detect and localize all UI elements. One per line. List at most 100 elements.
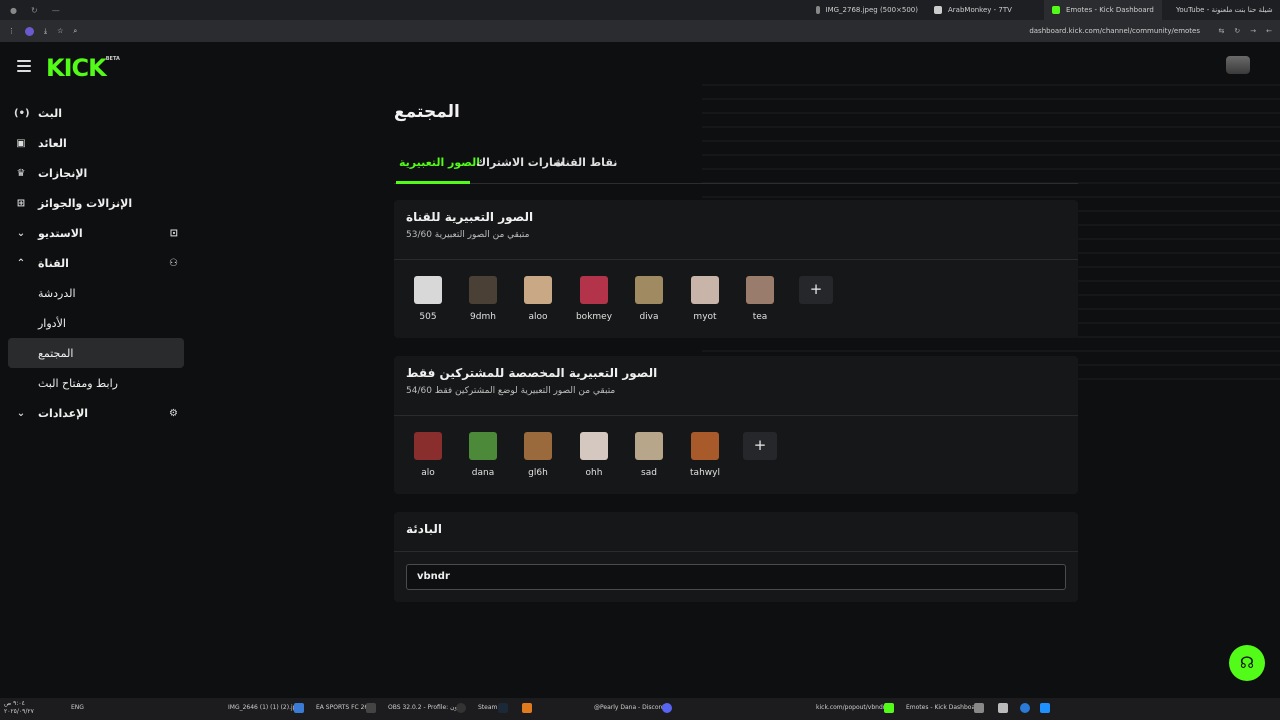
minimize-icon[interactable]: —	[52, 6, 60, 15]
obs-icon[interactable]	[456, 703, 466, 713]
sidebar-item-label: الدردشة	[38, 286, 76, 300]
window-controls: ● ↻ —	[0, 6, 120, 15]
emote-image	[691, 276, 719, 304]
taskbar-item[interactable]: kick.com/popout/vbndr	[816, 704, 885, 711]
emote-item[interactable]: tahwyl	[680, 432, 730, 478]
emote-item[interactable]: tea	[735, 276, 785, 322]
back-icon[interactable]: ←	[1266, 27, 1272, 35]
browser-tab[interactable]: IMG_2768.jpeg (500×500)	[808, 0, 926, 20]
reload-icon[interactable]: ↻	[1234, 27, 1240, 35]
circle-icon[interactable]: ●	[10, 6, 17, 15]
sidebar-item-label: الاستديو	[38, 226, 83, 240]
game-icon[interactable]	[366, 703, 376, 713]
menu-icon[interactable]: ⋮	[8, 27, 15, 35]
tune-icon[interactable]: ⇆	[1219, 27, 1225, 35]
emote-name: diva	[639, 312, 659, 322]
add-emote-button[interactable]: +	[743, 432, 777, 460]
windows-start-icon[interactable]	[1040, 703, 1050, 713]
hamburger-menu-icon[interactable]	[17, 60, 31, 72]
emote-item[interactable]: 505	[403, 276, 453, 322]
emote-item[interactable]: ohh	[569, 432, 619, 478]
sidebar-item-roles[interactable]: الأدوار	[8, 308, 184, 338]
emote-item[interactable]: alo	[403, 432, 453, 478]
kick-logo[interactable]: KICKBETA	[46, 54, 120, 82]
emote-name: tea	[752, 312, 768, 322]
user-avatar[interactable]	[1226, 56, 1250, 74]
steam-icon[interactable]	[498, 703, 508, 713]
refresh-icon[interactable]: ↻	[31, 6, 38, 15]
emote-item[interactable]: dana	[458, 432, 508, 478]
page-title: المجتمع	[394, 102, 460, 122]
emote-item[interactable]: 9dmh	[458, 276, 508, 322]
emote-name: ohh	[585, 468, 603, 478]
revenue-icon: ▣	[16, 137, 26, 149]
sidebar-item-achievements[interactable]: ♛ الإنجازات	[8, 158, 184, 188]
sidebar-item-stream[interactable]: (•) البث	[8, 98, 184, 128]
browser-tab[interactable]: ArabMonkey - 7TV	[926, 0, 1044, 20]
search-icon[interactable]	[1020, 703, 1030, 713]
sidebar-item-channel[interactable]: ⌃ القناة ⚇	[8, 248, 184, 278]
favicon-icon	[1052, 6, 1060, 14]
clock-date: ٢٠٢٥/٠٩/٢٧	[4, 708, 34, 715]
help-chat-icon[interactable]: ☊	[1229, 645, 1265, 681]
chevron-down-icon: ⌄	[16, 407, 26, 419]
taskbar-item[interactable]: EA SPORTS FC 26	[316, 704, 368, 711]
add-emote-button[interactable]: +	[799, 276, 833, 304]
chevron-down-icon: ⌄	[16, 227, 26, 239]
emote-item[interactable]: bokmey	[569, 276, 619, 322]
browser-tab[interactable]: YouTube - شيلة حنا بنت ملعنونة	[1162, 0, 1280, 20]
emote-image	[414, 276, 442, 304]
emote-image	[635, 432, 663, 460]
tab-sub-badges[interactable]: شارات الاشتراك	[476, 156, 564, 169]
tab-channel-points[interactable]: نقاط القناة	[555, 156, 617, 169]
emote-list: 505 9dmh aloo bokmey diva myot tea +	[394, 260, 1078, 338]
tab-emotes[interactable]: الصور التعبيرية	[399, 156, 480, 169]
app-icon[interactable]	[522, 703, 532, 713]
url-text[interactable]: dashboard.kick.com/channel/community/emo…	[1029, 27, 1200, 35]
star-icon[interactable]: ☆	[57, 27, 63, 35]
explorer-icon[interactable]	[998, 703, 1008, 713]
taskbar-item[interactable]: @Pearly Dana - Discord	[594, 704, 665, 711]
emote-item[interactable]: myot	[680, 276, 730, 322]
emote-list: alo dana gl6h ohh sad tahwyl +	[394, 416, 1078, 494]
sidebar-item-studio[interactable]: ⌄ الاستديو ⊡	[8, 218, 184, 248]
extension-icon[interactable]	[25, 26, 34, 36]
emote-item[interactable]: sad	[624, 432, 674, 478]
emote-name: gl6h	[528, 468, 548, 478]
prefix-input[interactable]: vbndr	[406, 564, 1066, 590]
emote-name: alo	[421, 468, 435, 478]
address-bar: ⋮ ⤓ ☆ ⌕ dashboard.kick.com/channel/commu…	[0, 20, 1280, 42]
search-icon[interactable]: ⌕	[73, 27, 77, 36]
taskbar-item[interactable]: Steam	[478, 704, 497, 711]
clock[interactable]: ٩:٠٤ ص ٢٠٢٥/٠٩/٢٧	[4, 700, 34, 716]
browser-tab-active[interactable]: Emotes - Kick Dashboard	[1044, 0, 1162, 20]
photos-icon[interactable]	[294, 703, 304, 713]
sidebar-item-community[interactable]: المجتمع	[8, 338, 184, 368]
forward-icon[interactable]: →	[1250, 27, 1256, 35]
card-title: البادئة	[406, 522, 442, 536]
sidebar-item-chat[interactable]: الدردشة	[8, 278, 184, 308]
taskbar-item[interactable]: IMG_2646 (1) (1) (2).jpg	[228, 704, 300, 711]
kick-icon[interactable]	[884, 703, 894, 713]
emote-image	[524, 276, 552, 304]
emote-item[interactable]: gl6h	[513, 432, 563, 478]
sidebar-item-revenue[interactable]: ▣ العائد	[8, 128, 184, 158]
gear-icon: ⚙	[169, 407, 178, 419]
taskbar-item[interactable]: Emotes - Kick Dashboar	[906, 704, 978, 711]
chrome-icon[interactable]	[974, 703, 984, 713]
sidebar-item-drops[interactable]: ⊞ الإنزالات والجوائز	[8, 188, 184, 218]
sidebar-item-settings[interactable]: ⌄ الإعدادات ⚙	[8, 398, 184, 428]
language-indicator[interactable]: ENG	[71, 704, 84, 711]
trophy-icon: ♛	[16, 167, 26, 179]
emote-name: dana	[471, 468, 495, 478]
download-icon[interactable]: ⤓	[44, 27, 47, 36]
emote-item[interactable]: diva	[624, 276, 674, 322]
emote-name: aloo	[528, 312, 548, 322]
discord-icon[interactable]	[662, 703, 672, 713]
sidebar-item-stream-key[interactable]: رابط ومفتاح البث	[8, 368, 184, 398]
emote-image	[746, 276, 774, 304]
drops-icon: ⊞	[16, 197, 26, 209]
taskbar-item[interactable]: OBS 32.0.2 - Profile: بدون	[388, 704, 462, 711]
emote-item[interactable]: aloo	[513, 276, 563, 322]
emote-image	[580, 276, 608, 304]
